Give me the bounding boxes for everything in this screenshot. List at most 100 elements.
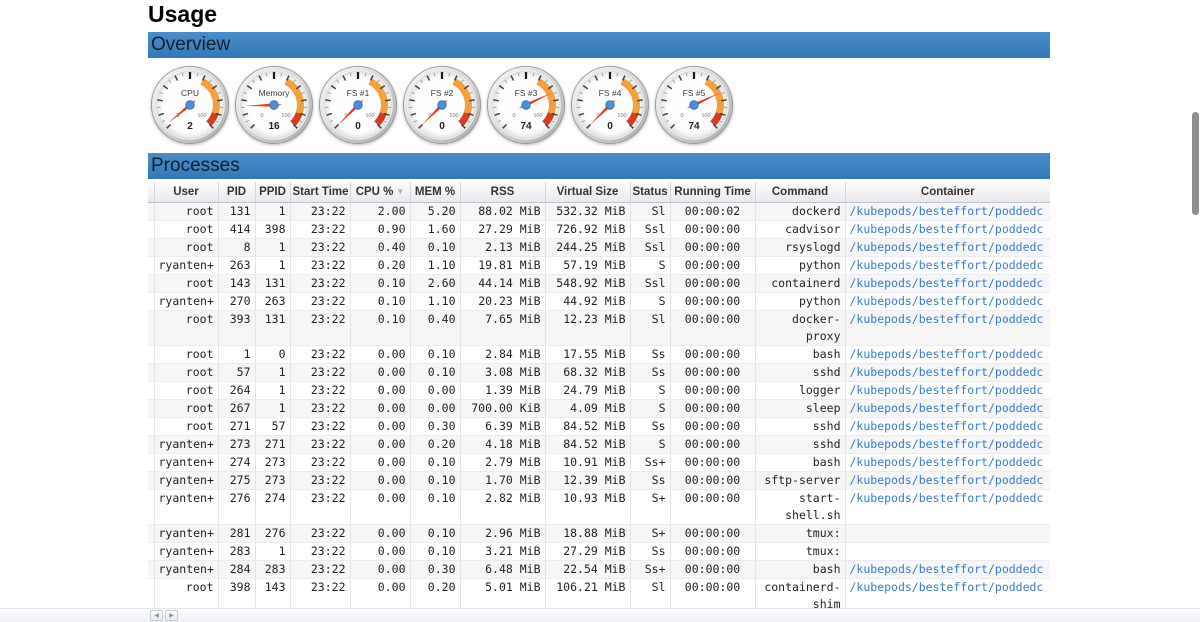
gauge-cpu: 0100CPU2 [150, 65, 230, 145]
vertical-scrollbar[interactable] [1189, 0, 1200, 622]
cell-pid: 275 [218, 471, 255, 489]
container-link[interactable]: /kubepods/besteffort/poddedc [850, 347, 1044, 361]
cell-mem: 0.10 [410, 363, 460, 381]
cell-rss: 7.65 MiB [460, 310, 545, 345]
cell-container [845, 524, 1050, 542]
cell-mem: 0.00 [410, 399, 460, 417]
container-link[interactable]: /kubepods/besteffort/poddedc [850, 383, 1044, 397]
scroll-right-button[interactable]: ▶ [165, 610, 178, 621]
svg-text:Memory: Memory [259, 88, 290, 98]
cell-vsize: 68.32 MiB [545, 363, 630, 381]
scroll-left-button[interactable]: ◀ [150, 610, 163, 621]
cell-status: Ss [630, 471, 670, 489]
cell-vsize: 12.39 MiB [545, 471, 630, 489]
processes-table-body: root131123:222.005.2088.02 MiB532.32 MiB… [148, 202, 1050, 613]
cell-user: ryanten+ [154, 435, 218, 453]
cell-command: bash [755, 560, 845, 578]
cell-ppid: 263 [255, 292, 290, 310]
cell-start: 23:22 [290, 417, 350, 435]
container-link[interactable]: /kubepods/besteffort/poddedc [850, 258, 1044, 272]
cell-start: 23:22 [290, 256, 350, 274]
column-header-command[interactable]: Command [755, 182, 845, 202]
column-header-cpu[interactable]: CPU %▼ [350, 182, 410, 202]
cell-pid: 414 [218, 220, 255, 238]
process-row: ryanten+27327123:220.000.204.18 MiB84.52… [148, 435, 1050, 453]
cell-cpu: 0.10 [350, 292, 410, 310]
cell-user: ryanten+ [154, 256, 218, 274]
container-link[interactable]: /kubepods/besteffort/poddedc [850, 473, 1044, 487]
cell-container: /kubepods/besteffort/poddedc [845, 453, 1050, 471]
cell-command: tmux: [755, 524, 845, 542]
cell-pid: 267 [218, 399, 255, 417]
cell-status: Ss [630, 345, 670, 363]
container-link[interactable]: /kubepods/besteffort/poddedc [850, 240, 1044, 254]
vertical-scrollbar-thumb[interactable] [1192, 112, 1199, 215]
column-label: MEM % [415, 186, 455, 198]
container-link[interactable]: /kubepods/besteffort/poddedc [850, 365, 1044, 379]
column-label: Running Time [674, 186, 750, 198]
cell-user: root [154, 399, 218, 417]
horizontal-scrollbar[interactable]: ◀ ▶ [0, 608, 1200, 622]
container-link[interactable]: /kubepods/besteffort/poddedc [850, 401, 1044, 415]
column-header-rtime[interactable]: Running Time [670, 182, 755, 202]
cell-cpu: 0.00 [350, 489, 410, 524]
cell-ppid: 1 [255, 238, 290, 256]
section-header-overview: Overview [148, 32, 1050, 58]
process-row: ryanten+263123:220.201.1019.81 MiB57.19 … [148, 256, 1050, 274]
container-link[interactable]: /kubepods/besteffort/poddedc [850, 204, 1044, 218]
cell-rtime: 00:00:00 [670, 399, 755, 417]
cell-rss: 27.29 MiB [460, 220, 545, 238]
cell-status: S [630, 381, 670, 399]
cell-container: /kubepods/besteffort/poddedc [845, 292, 1050, 310]
cell-command: docker- proxy [755, 310, 845, 345]
column-header-ppid[interactable]: PPID [255, 182, 290, 202]
container-link[interactable]: /kubepods/besteffort/poddedc [850, 222, 1044, 236]
cell-vsize: 532.32 MiB [545, 202, 630, 220]
cell-status: Sl [630, 310, 670, 345]
svg-text:100: 100 [449, 113, 458, 119]
container-link[interactable]: /kubepods/besteffort/poddedc [850, 312, 1044, 326]
column-header-mem[interactable]: MEM % [410, 182, 460, 202]
container-link[interactable]: /kubepods/besteffort/poddedc [850, 580, 1044, 594]
cell-start: 23:22 [290, 471, 350, 489]
cell-start: 23:22 [290, 220, 350, 238]
cell-pid: 264 [218, 381, 255, 399]
cell-container: /kubepods/besteffort/poddedc [845, 256, 1050, 274]
cell-rtime: 00:00:00 [670, 542, 755, 560]
cell-mem: 5.20 [410, 202, 460, 220]
cell-ppid: 273 [255, 453, 290, 471]
column-header-container[interactable]: Container [845, 182, 1050, 202]
svg-text:FS #2: FS #2 [431, 88, 454, 98]
column-header-vsize[interactable]: Virtual Size [545, 182, 630, 202]
svg-text:0: 0 [680, 113, 683, 119]
container-link[interactable]: /kubepods/besteffort/poddedc [850, 455, 1044, 469]
container-link[interactable]: /kubepods/besteffort/poddedc [850, 419, 1044, 433]
cell-rtime: 00:00:00 [670, 417, 755, 435]
column-header-status[interactable]: Status [630, 182, 670, 202]
cell-command: python [755, 256, 845, 274]
column-label: PID [227, 186, 246, 198]
cell-rss: 1.39 MiB [460, 381, 545, 399]
cell-command: sshd [755, 435, 845, 453]
container-link[interactable]: /kubepods/besteffort/poddedc [850, 294, 1044, 308]
cell-command: cadvisor [755, 220, 845, 238]
cell-cpu: 2.00 [350, 202, 410, 220]
container-link[interactable]: /kubepods/besteffort/poddedc [850, 437, 1044, 451]
cell-pid: 263 [218, 256, 255, 274]
column-header-rss[interactable]: RSS [460, 182, 545, 202]
cell-container: /kubepods/besteffort/poddedc [845, 345, 1050, 363]
cell-status: Ss [630, 363, 670, 381]
column-header-user[interactable]: User [154, 182, 218, 202]
cell-status: Ss+ [630, 560, 670, 578]
container-link[interactable]: /kubepods/besteffort/poddedc [850, 562, 1044, 576]
column-header-start[interactable]: Start Time [290, 182, 350, 202]
cell-vsize: 22.54 MiB [545, 560, 630, 578]
cell-rtime: 00:00:00 [670, 345, 755, 363]
cell-command: containerd [755, 274, 845, 292]
process-row: root264123:220.000.001.39 MiB24.79 MiBS0… [148, 381, 1050, 399]
column-header-pid[interactable]: PID [218, 182, 255, 202]
cell-mem: 0.10 [410, 238, 460, 256]
container-link[interactable]: /kubepods/besteffort/poddedc [850, 276, 1044, 290]
container-link[interactable]: /kubepods/besteffort/poddedc [850, 491, 1044, 505]
svg-text:0: 0 [355, 121, 361, 132]
